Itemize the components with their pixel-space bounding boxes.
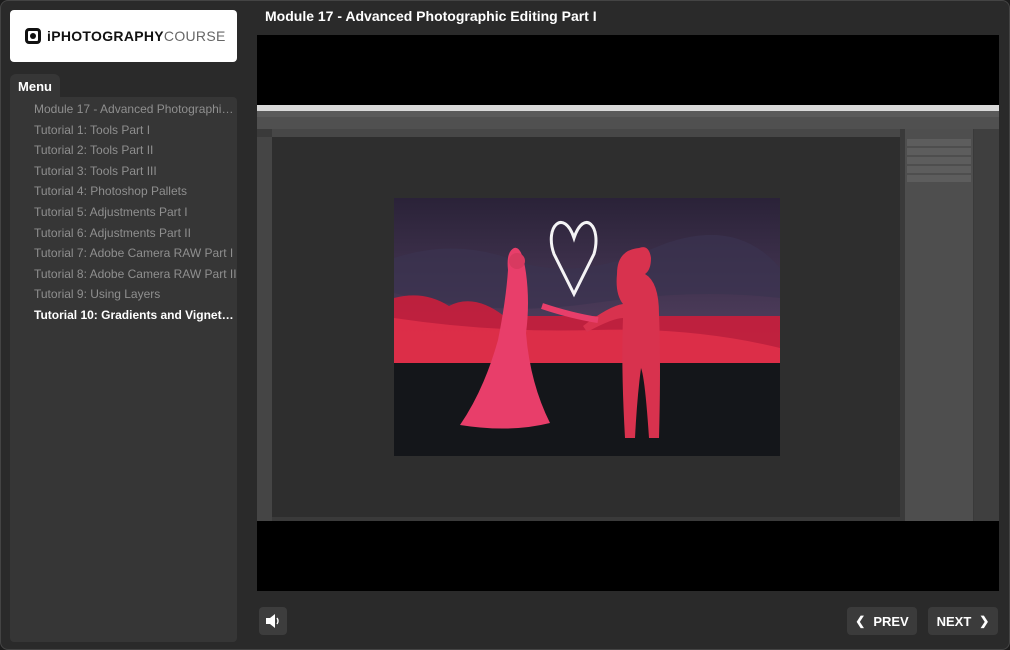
mute-button[interactable] xyxy=(259,607,287,635)
next-label: NEXT xyxy=(936,613,972,629)
video-player[interactable] xyxy=(257,35,999,591)
ps-panel-icons xyxy=(974,129,999,521)
logo-brand-light: COURSE xyxy=(163,28,226,44)
page-title: Module 17 - Advanced Photographic Editin… xyxy=(265,8,597,24)
ps-layer-row xyxy=(907,157,971,164)
logo-text: iPHOTOGRAPHYCOURSE xyxy=(47,28,226,44)
menu-item[interactable]: Tutorial 4: Photoshop Pallets xyxy=(10,181,237,202)
menu-item[interactable]: Tutorial 6: Adjustments Part II xyxy=(10,223,237,244)
ps-document-tabs xyxy=(272,129,900,137)
ps-layers-panel xyxy=(905,129,973,521)
menu-tab[interactable]: Menu xyxy=(10,74,60,98)
menu-item[interactable]: Tutorial 2: Tools Part II xyxy=(10,140,237,161)
ps-layer-row xyxy=(907,139,971,146)
menu-item[interactable]: Tutorial 3: Tools Part III xyxy=(10,161,237,182)
chevron-left-icon: ❮ xyxy=(855,614,866,628)
ps-options-bar xyxy=(257,117,999,129)
video-frame-photoshop xyxy=(257,105,999,521)
logo[interactable]: iPHOTOGRAPHYCOURSE xyxy=(10,10,237,62)
next-button[interactable]: NEXT ❯ xyxy=(928,607,998,635)
menu-list: Module 17 - Advanced Photographic Editin… xyxy=(10,97,237,326)
menu-item[interactable]: Tutorial 7: Adobe Camera RAW Part I xyxy=(10,243,237,264)
menu-item[interactable]: Module 17 - Advanced Photographic Editin… xyxy=(10,99,237,120)
menu-item[interactable]: Tutorial 10: Gradients and Vignettes xyxy=(10,305,237,326)
sidebar: Module 17 - Advanced Photographic Editin… xyxy=(10,97,237,642)
camera-icon xyxy=(25,28,41,44)
menu-item[interactable]: Tutorial 5: Adjustments Part I xyxy=(10,202,237,223)
menu-item[interactable]: Tutorial 1: Tools Part I xyxy=(10,120,237,141)
chevron-right-icon: ❯ xyxy=(979,614,990,628)
ps-layer-row xyxy=(907,166,971,173)
menu-item[interactable]: Tutorial 9: Using Layers xyxy=(10,284,237,305)
photo-couple-light-heart xyxy=(394,198,780,456)
ps-layer-row xyxy=(907,148,971,155)
speaker-icon xyxy=(266,614,279,628)
ps-toolbar xyxy=(257,137,272,521)
prev-button[interactable]: ❮ PREV xyxy=(847,607,917,635)
logo-brand-bold: iPHOTOGRAPHY xyxy=(47,28,164,44)
prev-label: PREV xyxy=(873,613,909,629)
menu-item[interactable]: Tutorial 8: Adobe Camera RAW Part II xyxy=(10,264,237,285)
ps-layer-row xyxy=(907,175,971,182)
